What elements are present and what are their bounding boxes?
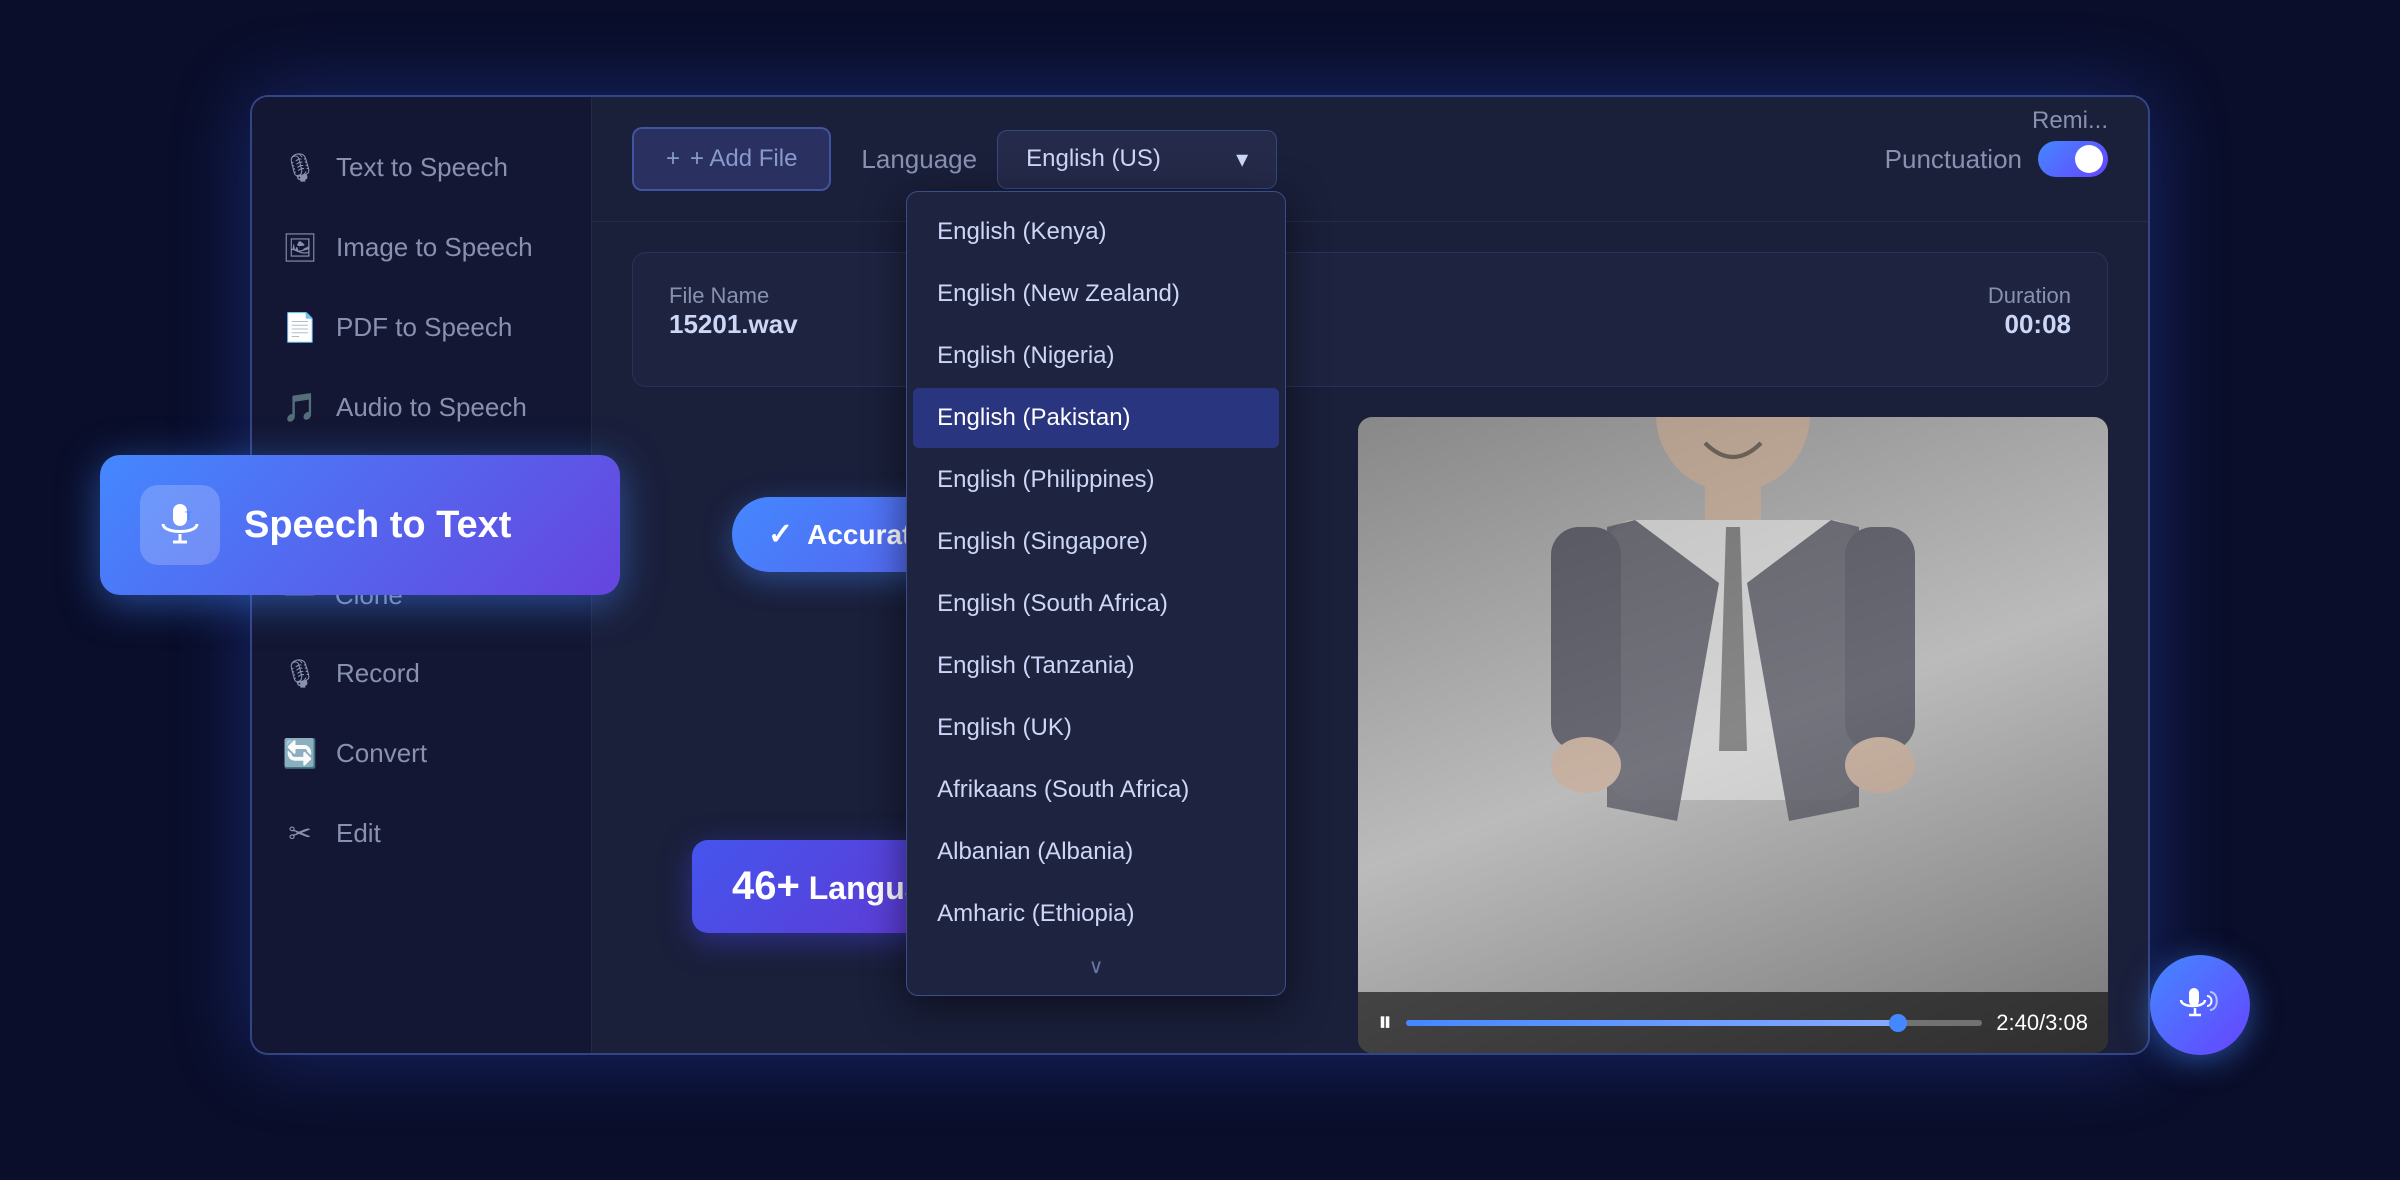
speech-wave-icon: [2175, 980, 2225, 1030]
file-panel: File Name 15201.wav Duration 00:08: [632, 252, 2108, 387]
scene: 🎙 Text to Speech 🖼 Image to Speech 📄 PDF…: [100, 65, 2300, 1115]
speech-highlight-badge: T Speech to Text: [100, 455, 620, 595]
mic-badge-icon: T: [155, 500, 205, 550]
add-file-label: + Add File: [690, 145, 797, 173]
sidebar-item-pdf-to-speech[interactable]: 📄 PDF to Speech: [252, 287, 591, 367]
dropdown-item-kenya[interactable]: English (Kenya): [913, 202, 1279, 262]
dropdown-scroll-icon: ∨: [907, 946, 1285, 987]
languages-count: 46+: [732, 864, 800, 908]
sidebar-item-convert[interactable]: 🔄 Convert: [252, 713, 591, 793]
audio-to-speech-icon: 🎵: [282, 389, 318, 425]
add-file-icon: +: [666, 145, 680, 173]
sidebar-item-record[interactable]: 🎙 Record: [252, 633, 591, 713]
pause-button[interactable]: ⏸: [1378, 1006, 1392, 1039]
video-controls[interactable]: ⏸ 2:40/3:08: [1358, 992, 2108, 1053]
language-value: English (US): [1026, 145, 1161, 173]
sidebar-item-label: Audio to Speech: [336, 392, 527, 423]
sidebar-item-label: Convert: [336, 738, 427, 769]
duration-label: Duration: [1988, 283, 2071, 309]
dropdown-item-afrikaans[interactable]: Afrikaans (South Africa): [913, 760, 1279, 820]
sidebar-item-audio-to-speech[interactable]: 🎵 Audio to Speech: [252, 367, 591, 447]
dropdown-item-singapore[interactable]: English (Singapore): [913, 512, 1279, 572]
main-content: Remi... + + Add File Language English (U…: [592, 97, 2148, 1053]
dropdown-item-nz[interactable]: English (New Zealand): [913, 264, 1279, 324]
checkmark-icon: ✓: [768, 517, 793, 552]
dropdown-item-tanzania[interactable]: English (Tanzania): [913, 636, 1279, 696]
language-dropdown[interactable]: English (Kenya) English (New Zealand) En…: [906, 191, 1286, 996]
man-figure: [1483, 417, 1983, 1003]
video-progress-bar[interactable]: [1406, 1020, 1982, 1026]
add-file-button[interactable]: + + Add File: [632, 127, 831, 191]
video-progress-dot: [1889, 1014, 1907, 1032]
dropdown-item-uk[interactable]: English (UK): [913, 698, 1279, 758]
dropdown-item-pakistan[interactable]: English (Pakistan): [913, 388, 1279, 448]
chevron-down-icon: ▾: [1236, 145, 1248, 174]
dropdown-item-amharic[interactable]: Amharic (Ethiopia): [913, 884, 1279, 944]
remi-text: Remi...: [2032, 107, 2108, 135]
speech-badge-label: Speech to Text: [244, 504, 511, 547]
content-area: ✓ Accurate text transcription 46+ Langua…: [632, 417, 2108, 1053]
record-icon: 🎙: [282, 655, 318, 691]
file-header: File Name 15201.wav Duration 00:08: [669, 283, 2071, 340]
bottom-float-button[interactable]: [2150, 955, 2250, 1055]
top-bar: + + Add File Language English (US) ▾ Eng…: [592, 97, 2148, 222]
dropdown-item-south-africa[interactable]: English (South Africa): [913, 574, 1279, 634]
text-to-speech-icon: 🎙: [282, 149, 318, 185]
sidebar-item-label: PDF to Speech: [336, 312, 512, 343]
language-select[interactable]: English (US) ▾ English (Kenya) English (…: [997, 130, 1277, 189]
file-name-value: 15201.wav: [669, 309, 798, 340]
duration-value: 00:08: [1988, 309, 2071, 340]
language-section: Language English (US) ▾ English (Kenya) …: [861, 130, 1854, 189]
sidebar-item-label: Image to Speech: [336, 232, 533, 263]
convert-icon: 🔄: [282, 735, 318, 771]
svg-text:T: T: [185, 509, 193, 523]
sidebar-item-text-to-speech[interactable]: 🎙 Text to Speech: [252, 127, 591, 207]
file-name-label: File Name: [669, 283, 798, 309]
video-time: 2:40/3:08: [1996, 1010, 2088, 1036]
sidebar-item-label: Text to Speech: [336, 152, 508, 183]
edit-icon: ✂: [282, 815, 318, 851]
punctuation-label: Punctuation: [1885, 144, 2022, 175]
video-progress-fill: [1406, 1020, 1907, 1026]
video-background: [1358, 417, 2108, 1053]
punctuation-toggle[interactable]: [2038, 141, 2108, 177]
sidebar-item-label: Record: [336, 658, 420, 689]
punctuation-section: Punctuation: [1885, 141, 2108, 177]
dropdown-item-albanian[interactable]: Albanian (Albania): [913, 822, 1279, 882]
sidebar-item-edit[interactable]: ✂ Edit: [252, 793, 591, 873]
image-to-speech-icon: 🖼: [282, 229, 318, 265]
language-label: Language: [861, 144, 977, 175]
pdf-to-speech-icon: 📄: [282, 309, 318, 345]
sidebar-item-label: Edit: [336, 818, 381, 849]
speech-badge-icon: T: [140, 485, 220, 565]
dropdown-item-nigeria[interactable]: English (Nigeria): [913, 326, 1279, 386]
video-panel: ⏸ 2:40/3:08: [1358, 417, 2108, 1053]
sidebar-item-image-to-speech[interactable]: 🖼 Image to Speech: [252, 207, 591, 287]
dropdown-item-philippines[interactable]: English (Philippines): [913, 450, 1279, 510]
